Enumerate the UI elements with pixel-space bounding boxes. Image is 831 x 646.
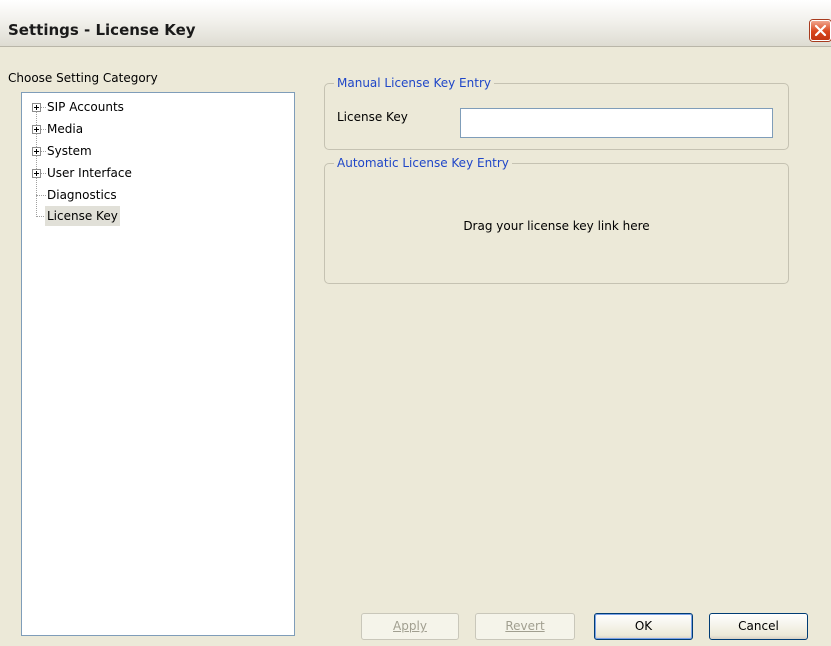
revert-button[interactable]: Revert [475, 613, 575, 640]
ok-button-label: OK [634, 619, 653, 633]
revert-button-label: Revert [505, 619, 545, 633]
license-key-label: License Key [337, 110, 408, 124]
tree-item-label: License Key [45, 206, 120, 226]
expand-icon[interactable] [32, 103, 41, 112]
category-heading: Choose Setting Category [8, 71, 158, 85]
license-key-input[interactable] [460, 108, 773, 138]
cancel-button-label: Cancel [738, 619, 779, 633]
tree-item-label: Media [47, 122, 84, 136]
tree-branch [41, 151, 46, 152]
automatic-license-group[interactable]: Automatic License Key Entry Drag your li… [324, 155, 789, 284]
expand-icon[interactable] [32, 147, 41, 156]
tree-branch [36, 195, 46, 196]
tree-branch [41, 107, 46, 108]
tree-item-label: SIP Accounts [47, 100, 124, 114]
ok-button[interactable]: OK [594, 613, 693, 640]
license-drop-zone-text: Drag your license key link here [463, 219, 650, 233]
tree-connector [36, 107, 37, 215]
close-icon [814, 24, 827, 37]
title-bar: Settings - License Key [0, 0, 831, 47]
tree-branch [41, 129, 46, 130]
tree-item-label: User Interface [47, 166, 132, 180]
close-button[interactable] [810, 20, 831, 41]
expand-icon[interactable] [32, 125, 41, 134]
cancel-button[interactable]: Cancel [709, 613, 808, 640]
tree-item-label: System [47, 144, 92, 158]
tree-branch [41, 173, 46, 174]
manual-license-group: Manual License Key Entry License Key [324, 75, 789, 150]
apply-button[interactable]: Apply [361, 613, 459, 640]
manual-license-legend: Manual License Key Entry [334, 75, 494, 91]
expand-icon[interactable] [32, 169, 41, 178]
automatic-license-legend: Automatic License Key Entry [334, 155, 512, 171]
window-title: Settings - License Key [8, 21, 196, 39]
apply-button-label: Apply [393, 619, 427, 633]
category-tree[interactable]: SIP Accounts Media System User Interface… [21, 92, 295, 636]
tree-item-label: Diagnostics [47, 188, 117, 202]
